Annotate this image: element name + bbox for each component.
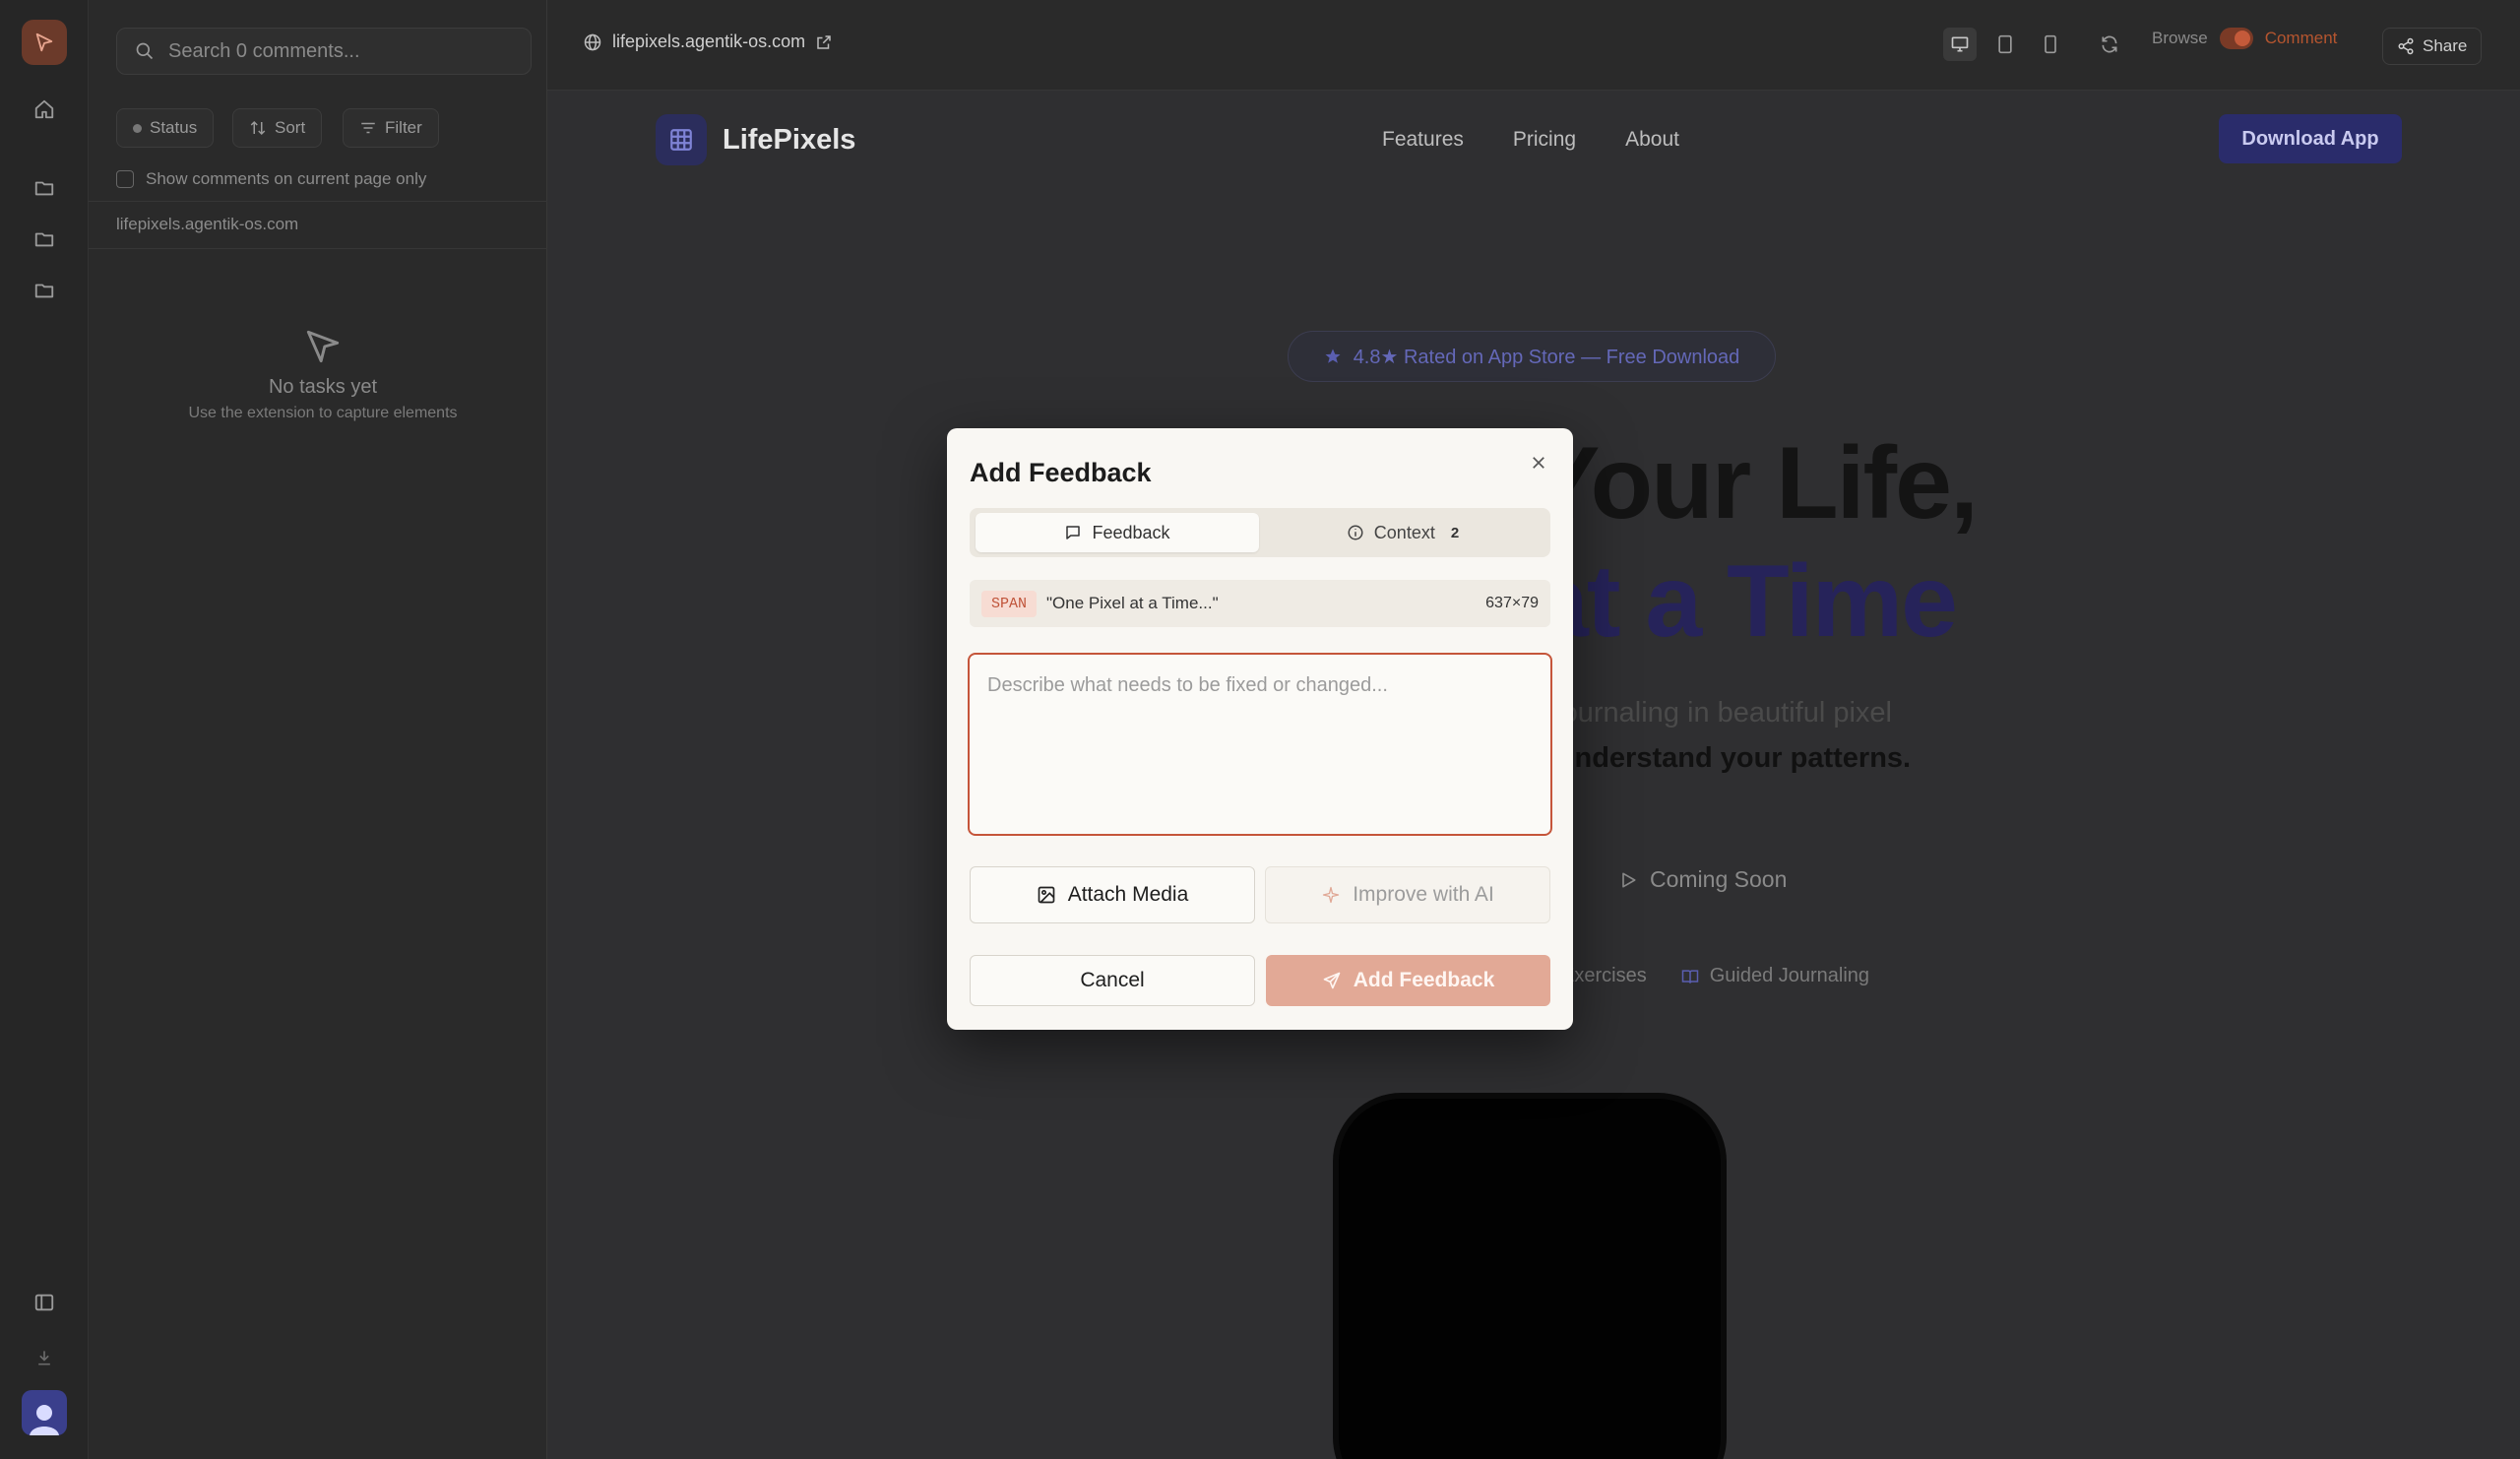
sort-icon [249,119,267,137]
feature-item: Guided Journaling [1680,965,1869,987]
external-link-icon[interactable] [815,33,833,51]
book-icon [1680,967,1700,986]
app-logo-icon[interactable] [22,20,67,65]
sidebar-toggle-icon[interactable] [30,1288,59,1317]
sort-label: Sort [275,118,306,137]
folder-icon[interactable] [30,173,59,203]
folder-icon[interactable] [30,224,59,254]
domain-group-label: lifepixels.agentik-os.com [116,215,299,233]
avatar[interactable] [22,1390,67,1435]
tab-context[interactable]: Context 2 [1261,513,1544,552]
feedback-textarea[interactable] [968,653,1552,836]
empty-subtitle: Use the extension to capture elements [188,405,458,421]
search-input[interactable] [168,39,523,63]
close-icon[interactable] [1526,450,1551,476]
context-count-badge: 2 [1450,524,1460,541]
comment-label[interactable]: Comment [2265,29,2338,48]
show-current-page-label: Show comments on current page only [146,169,427,188]
element-size: 637×79 [1485,595,1539,611]
folder-icon[interactable] [30,276,59,305]
divider [89,248,547,249]
comments-panel: Status Sort Filter Show comments on curr… [89,0,547,1459]
top-bar: lifepixels.agentik-os.com Browse Comment… [547,0,2520,91]
coming-soon-label: Coming Soon [1650,866,1788,892]
site-nav: Features Pricing About [1382,128,1679,152]
tab-context-label: Context [1373,522,1435,542]
improve-with-ai-label: Improve with AI [1353,883,1494,906]
coming-soon-button[interactable]: Coming Soon [1618,866,1787,893]
star-icon [1324,348,1342,365]
dialog-title: Add Feedback [970,458,1152,487]
share-button[interactable]: Share [2382,28,2483,65]
message-icon [1064,524,1082,541]
sparkle-icon [1321,885,1341,905]
phone-mockup [1333,1093,1727,1459]
desktop-view-icon[interactable] [1943,28,1977,61]
url-text[interactable]: lifepixels.agentik-os.com [612,32,805,52]
share-label: Share [2423,36,2468,55]
share-icon [2397,37,2415,55]
dialog-tabs: Feedback Context 2 [970,508,1550,557]
mode-toggle[interactable] [2219,28,2253,49]
nav-link-about[interactable]: About [1625,128,1679,152]
attach-media-button[interactable]: Attach Media [970,866,1255,923]
element-tag-badge: SPAN [981,590,1038,617]
filter-button[interactable]: Filter [343,108,439,148]
nav-link-features[interactable]: Features [1382,128,1464,152]
hero-subtitle-2: u understand your patterns. [1532,742,1912,774]
tablet-view-icon[interactable] [1988,28,2022,61]
play-icon [1618,870,1638,890]
tab-feedback[interactable]: Feedback [976,513,1259,552]
rating-badge: 4.8★ Rated on App Store — Free Download [1288,331,1776,382]
globe-icon [583,32,602,52]
show-current-page-checkbox[interactable] [116,170,134,188]
grid-logo-icon [656,114,707,165]
show-current-page-row: Show comments on current page only [116,169,426,189]
cancel-button[interactable]: Cancel [970,955,1255,1006]
download-icon[interactable] [30,1343,59,1372]
hero-subtitle-1: d journaling in beautiful pixel [1532,697,1892,729]
rating-text: 4.8★ Rated on App Store — Free Download [1353,346,1740,368]
site-logo[interactable]: LifePixels [656,114,855,165]
browse-label[interactable]: Browse [2152,29,2208,48]
add-feedback-dialog: Add Feedback Feedback Context 2 SPAN "On… [947,428,1573,1030]
mobile-view-icon[interactable] [2034,28,2067,61]
filter-icon [359,119,377,137]
hero-headline-line-1: Your Life, [1532,426,1979,540]
search-icon [135,41,155,61]
app-rail [0,0,89,1459]
add-feedback-label: Add Feedback [1353,969,1495,991]
mode-switch: Browse Comment [2152,28,2337,49]
home-icon[interactable] [30,95,59,124]
tab-feedback-label: Feedback [1092,522,1170,542]
feature-item: Exercises [1561,965,1647,987]
status-dot-icon [133,123,142,133]
feature-list: Exercises Guided Journaling [1561,965,1869,987]
attach-media-label: Attach Media [1067,883,1189,906]
selected-element-row: SPAN "One Pixel at a Time..." 637×79 [970,580,1550,627]
empty-title: No tasks yet [268,376,378,398]
image-icon [1037,885,1056,905]
hero-headline-line-2: at a Time [1532,544,1958,659]
add-feedback-button[interactable]: Add Feedback [1266,955,1550,1006]
feature-label: Exercises [1561,965,1647,986]
download-app-button[interactable]: Download App [2219,114,2402,163]
page-url: lifepixels.agentik-os.com [583,32,833,52]
feature-label: Guided Journaling [1709,965,1870,986]
info-icon [1347,524,1364,541]
divider [89,201,547,202]
status-label: Status [150,118,198,137]
nav-link-pricing[interactable]: Pricing [1513,128,1576,152]
improve-with-ai-button[interactable]: Improve with AI [1265,866,1550,923]
refresh-icon[interactable] [2093,28,2126,61]
element-text: "One Pixel at a Time..." [1046,594,1219,612]
sort-button[interactable]: Sort [232,108,323,148]
filter-label: Filter [385,118,422,137]
site-brand-name: LifePixels [723,123,856,156]
send-icon [1322,971,1342,990]
search-box [116,28,532,75]
empty-state: No tasks yet Use the extension to captur… [89,325,557,422]
cursor-pointer-icon [301,325,345,368]
status-filter-button[interactable]: Status [116,108,215,148]
